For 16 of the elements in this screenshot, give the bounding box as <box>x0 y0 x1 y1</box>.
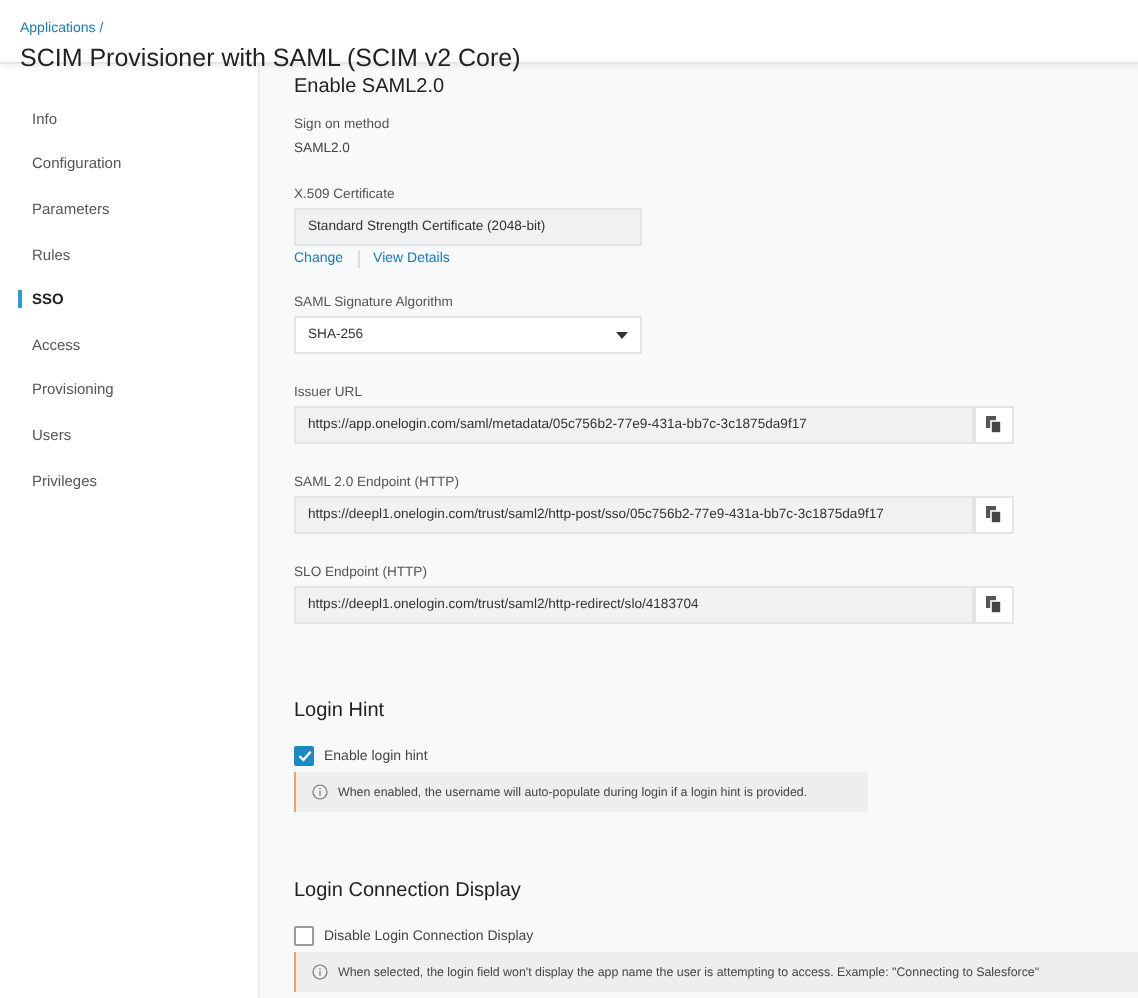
copy-icon <box>986 506 1002 524</box>
copy-icon <box>986 416 1002 434</box>
copy-button[interactable] <box>974 496 1014 534</box>
section-heading: Login Hint <box>294 700 387 722</box>
copy-icon <box>986 596 1002 614</box>
info-icon <box>312 784 328 800</box>
dropdown-caret-icon <box>616 331 628 339</box>
page-title: SCIM Provisioner with SAML (SCIM v2 Core) <box>20 44 523 72</box>
active-indicator <box>18 290 22 309</box>
info-icon <box>312 964 328 980</box>
section-heading: Enable SAML2.0 <box>294 76 447 98</box>
section-heading: Login Connection Display <box>294 880 523 902</box>
copy-button[interactable] <box>974 586 1014 624</box>
checkbox[interactable] <box>294 926 314 946</box>
checkbox[interactable] <box>294 746 314 766</box>
copy-button[interactable] <box>974 406 1014 444</box>
